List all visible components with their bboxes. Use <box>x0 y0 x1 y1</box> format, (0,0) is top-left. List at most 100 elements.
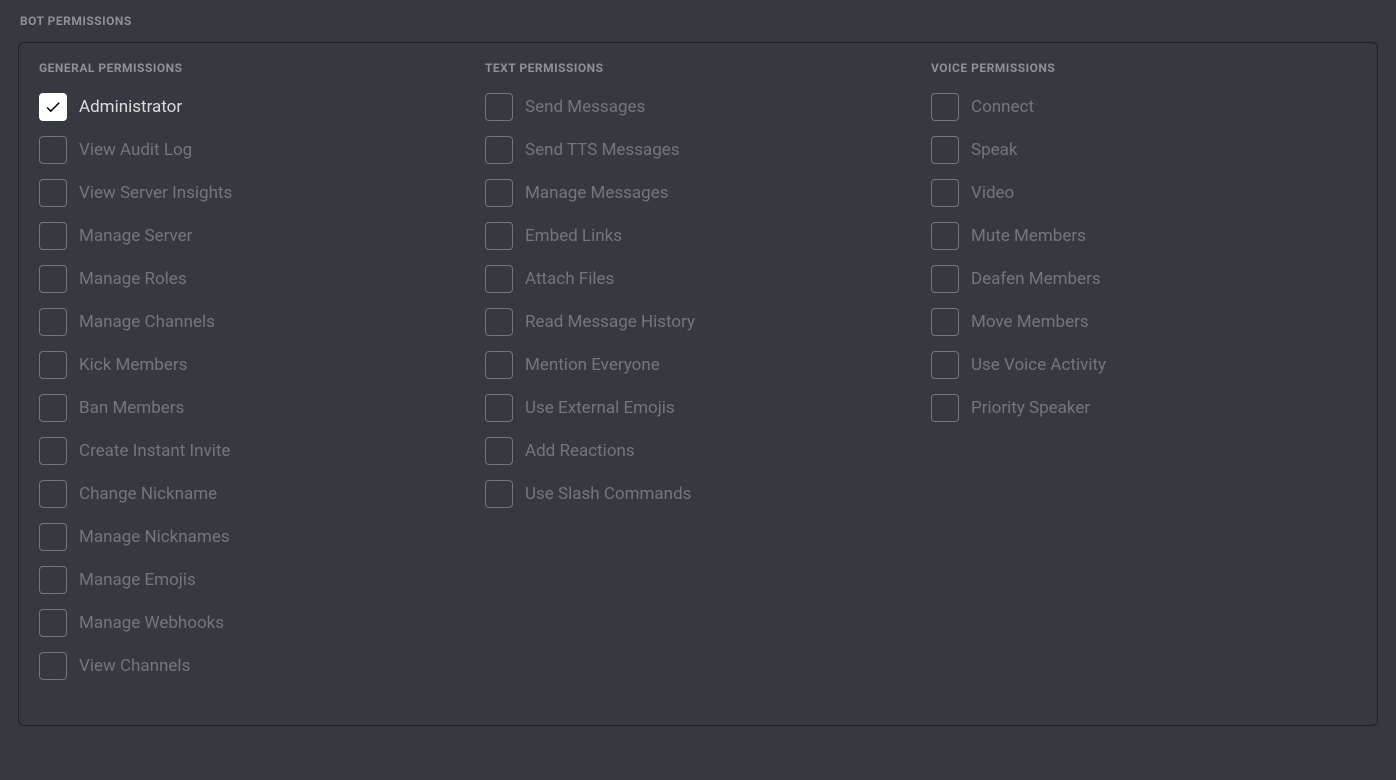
permission-checkbox[interactable] <box>39 394 67 422</box>
permission-label: View Audit Log <box>79 140 192 160</box>
permission-checkbox[interactable] <box>39 136 67 164</box>
permission-label: Kick Members <box>79 355 187 375</box>
permission-checkbox[interactable] <box>39 523 67 551</box>
permission-row[interactable]: Kick Members <box>39 351 465 379</box>
permission-checkbox[interactable] <box>931 136 959 164</box>
permission-checkbox[interactable] <box>485 351 513 379</box>
permission-checkbox[interactable] <box>39 265 67 293</box>
permission-row[interactable]: Send TTS Messages <box>485 136 911 164</box>
permission-label: Mention Everyone <box>525 355 660 375</box>
permission-row[interactable]: Connect <box>931 93 1357 121</box>
permission-row[interactable]: Use External Emojis <box>485 394 911 422</box>
permission-checkbox[interactable] <box>485 93 513 121</box>
permission-label: Manage Server <box>79 226 192 246</box>
permission-checkbox[interactable] <box>485 480 513 508</box>
permission-checkbox[interactable] <box>39 609 67 637</box>
permission-checkbox[interactable] <box>39 93 67 121</box>
permission-row[interactable]: Manage Roles <box>39 265 465 293</box>
permissions-column: VOICE PERMISSIONS Connect Speak Video Mute M… <box>931 61 1357 695</box>
permission-label: Manage Channels <box>79 312 215 332</box>
permission-checkbox[interactable] <box>931 93 959 121</box>
permission-label: Manage Emojis <box>79 570 196 590</box>
permission-label: Speak <box>971 140 1018 160</box>
permissions-column: TEXT PERMISSIONS Send Messages Send TTS Me… <box>485 61 911 695</box>
permission-row[interactable]: Add Reactions <box>485 437 911 465</box>
permission-checkbox[interactable] <box>485 179 513 207</box>
permission-row[interactable]: Manage Nicknames <box>39 523 465 551</box>
permission-label: Send TTS Messages <box>525 140 680 160</box>
permission-checkbox[interactable] <box>931 179 959 207</box>
permission-row[interactable]: Move Members <box>931 308 1357 336</box>
permission-checkbox[interactable] <box>39 179 67 207</box>
permission-row[interactable]: Manage Channels <box>39 308 465 336</box>
permission-label: Embed Links <box>525 226 622 246</box>
permission-checkbox[interactable] <box>931 394 959 422</box>
section-title: BOT PERMISSIONS <box>0 0 1396 42</box>
permission-row[interactable]: View Audit Log <box>39 136 465 164</box>
permission-label: Mute Members <box>971 226 1086 246</box>
permission-row[interactable]: Manage Server <box>39 222 465 250</box>
permission-checkbox[interactable] <box>485 136 513 164</box>
column-header: TEXT PERMISSIONS <box>485 61 911 75</box>
permission-row[interactable]: Read Message History <box>485 308 911 336</box>
permission-label: View Channels <box>79 656 190 676</box>
permission-label: Attach Files <box>525 269 614 289</box>
permission-label: Send Messages <box>525 97 645 117</box>
permission-row[interactable]: Attach Files <box>485 265 911 293</box>
permission-row[interactable]: Mute Members <box>931 222 1357 250</box>
permission-checkbox[interactable] <box>931 222 959 250</box>
permission-checkbox[interactable] <box>485 308 513 336</box>
permissions-column: GENERAL PERMISSIONS Administrator View Aud… <box>39 61 465 695</box>
permission-row[interactable]: Manage Emojis <box>39 566 465 594</box>
permission-row[interactable]: Manage Webhooks <box>39 609 465 637</box>
permission-row[interactable]: Ban Members <box>39 394 465 422</box>
permission-row[interactable]: Speak <box>931 136 1357 164</box>
permission-row[interactable]: Send Messages <box>485 93 911 121</box>
permission-row[interactable]: View Channels <box>39 652 465 680</box>
permissions-panel: GENERAL PERMISSIONS Administrator View Aud… <box>18 42 1378 726</box>
permission-checkbox[interactable] <box>39 222 67 250</box>
column-header: VOICE PERMISSIONS <box>931 61 1357 75</box>
permission-row[interactable]: Manage Messages <box>485 179 911 207</box>
permission-label: Manage Webhooks <box>79 613 224 633</box>
permission-label: Manage Nicknames <box>79 527 230 547</box>
permission-checkbox[interactable] <box>39 437 67 465</box>
permission-row[interactable]: Mention Everyone <box>485 351 911 379</box>
permission-label: Use External Emojis <box>525 398 675 418</box>
permission-label: Add Reactions <box>525 441 635 461</box>
permission-checkbox[interactable] <box>39 308 67 336</box>
permission-row[interactable]: Use Voice Activity <box>931 351 1357 379</box>
permission-label: Move Members <box>971 312 1089 332</box>
permission-row[interactable]: Administrator <box>39 93 465 121</box>
permission-label: View Server Insights <box>79 183 232 203</box>
permission-checkbox[interactable] <box>39 351 67 379</box>
permission-row[interactable]: Change Nickname <box>39 480 465 508</box>
permission-checkbox[interactable] <box>485 265 513 293</box>
permission-checkbox[interactable] <box>931 265 959 293</box>
permission-checkbox[interactable] <box>485 437 513 465</box>
permission-row[interactable]: Create Instant Invite <box>39 437 465 465</box>
permission-label: Deafen Members <box>971 269 1101 289</box>
permission-row[interactable]: Video <box>931 179 1357 207</box>
permission-row[interactable]: Priority Speaker <box>931 394 1357 422</box>
permission-checkbox[interactable] <box>931 351 959 379</box>
permission-checkbox[interactable] <box>485 222 513 250</box>
permission-checkbox[interactable] <box>485 394 513 422</box>
permission-label: Administrator <box>79 97 182 117</box>
permission-row[interactable]: Use Slash Commands <box>485 480 911 508</box>
permission-checkbox[interactable] <box>39 652 67 680</box>
permission-label: Manage Roles <box>79 269 187 289</box>
column-header: GENERAL PERMISSIONS <box>39 61 465 75</box>
permission-checkbox[interactable] <box>39 480 67 508</box>
permission-label: Video <box>971 183 1014 203</box>
permission-label: Use Slash Commands <box>525 484 691 504</box>
permission-label: Create Instant Invite <box>79 441 230 461</box>
permission-label: Ban Members <box>79 398 184 418</box>
permission-label: Change Nickname <box>79 484 217 504</box>
permission-row[interactable]: Embed Links <box>485 222 911 250</box>
permission-row[interactable]: View Server Insights <box>39 179 465 207</box>
permission-row[interactable]: Deafen Members <box>931 265 1357 293</box>
permission-label: Manage Messages <box>525 183 669 203</box>
permission-checkbox[interactable] <box>931 308 959 336</box>
permission-checkbox[interactable] <box>39 566 67 594</box>
